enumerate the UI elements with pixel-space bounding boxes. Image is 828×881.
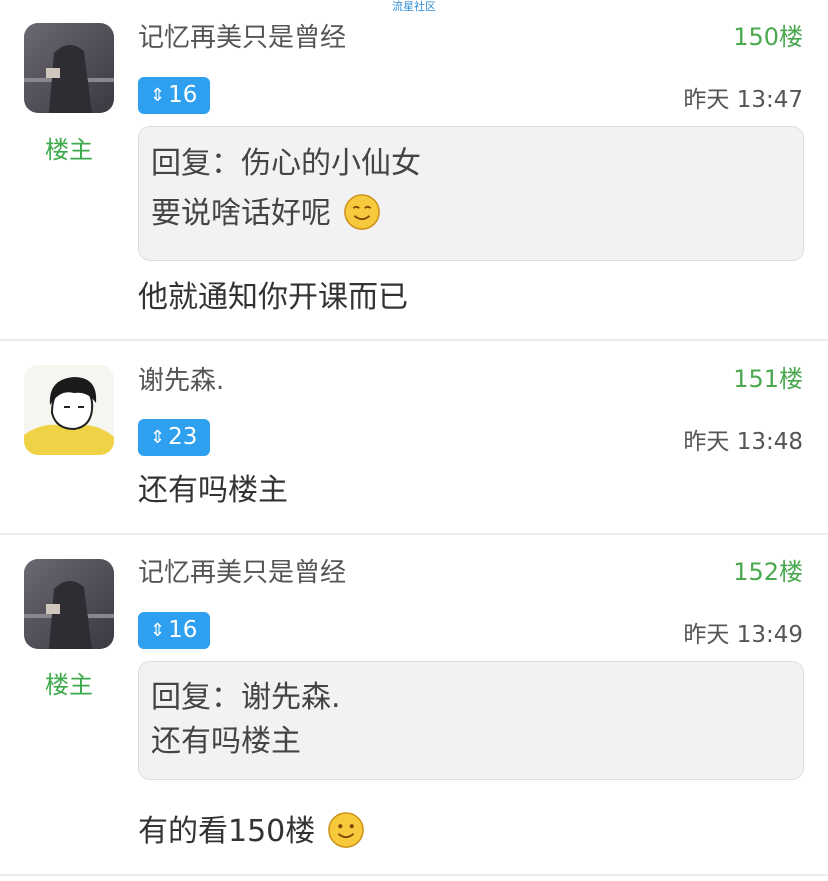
floor-number: 152楼: [733, 558, 803, 586]
post-time: 昨天 13:47: [683, 87, 803, 113]
owner-tag: 楼主: [45, 136, 93, 164]
post-content: 他就通知你开课而已: [138, 280, 408, 315]
post-151: 谢先森. 151楼 ⇕ 23 昨天 13:48 还有吗楼主: [0, 341, 828, 534]
level-badge: ⇕ 23: [138, 419, 211, 456]
username[interactable]: 记忆再美只是曾经: [138, 557, 346, 589]
username[interactable]: 记忆再美只是曾经: [138, 22, 346, 54]
post-time: 昨天 13:49: [683, 622, 803, 648]
avatar[interactable]: [24, 559, 114, 649]
quote-line: 要说啥话好呢: [151, 189, 791, 239]
level-arrow-icon: ⇕: [150, 85, 166, 106]
quoted-reply[interactable]: 回复：谢先森. 还有吗楼主: [138, 661, 804, 780]
level-number: 16: [168, 82, 198, 108]
avatar[interactable]: [24, 365, 114, 455]
post-152: 楼主 记忆再美只是曾经 152楼 ⇕ 16 昨天 13:49 回复：谢先森. 还…: [0, 535, 828, 875]
floor-number: 151楼: [733, 365, 803, 393]
avatar[interactable]: [24, 23, 114, 113]
quote-line: 还有吗楼主: [151, 724, 301, 759]
floor-number: 150楼: [733, 23, 803, 51]
level-arrow-icon: ⇕: [150, 427, 166, 448]
level-number: 23: [168, 424, 198, 450]
quote-line: 回复：谢先森.: [151, 680, 341, 715]
smiley-emoji-icon: [343, 194, 380, 230]
level-badge: ⇕ 16: [138, 77, 211, 114]
level-badge: ⇕ 16: [138, 612, 211, 649]
level-arrow-icon: ⇕: [150, 620, 166, 641]
post-150: 楼主 记忆再美只是曾经 150楼 ⇕ 16 昨天 13:47 回复：伤心的小仙女…: [0, 0, 828, 340]
post-content: 有的看150楼: [138, 811, 365, 852]
post-divider: [0, 874, 828, 876]
level-number: 16: [168, 617, 198, 643]
post-time: 昨天 13:48: [683, 429, 803, 455]
owner-tag: 楼主: [45, 671, 93, 699]
smiley-emoji-icon: [328, 812, 364, 848]
post-content: 还有吗楼主: [138, 473, 288, 508]
quote-line: 回复：伤心的小仙女: [151, 146, 421, 181]
username[interactable]: 谢先森.: [138, 365, 224, 397]
quoted-reply[interactable]: 回复：伤心的小仙女 要说啥话好呢: [138, 126, 804, 261]
